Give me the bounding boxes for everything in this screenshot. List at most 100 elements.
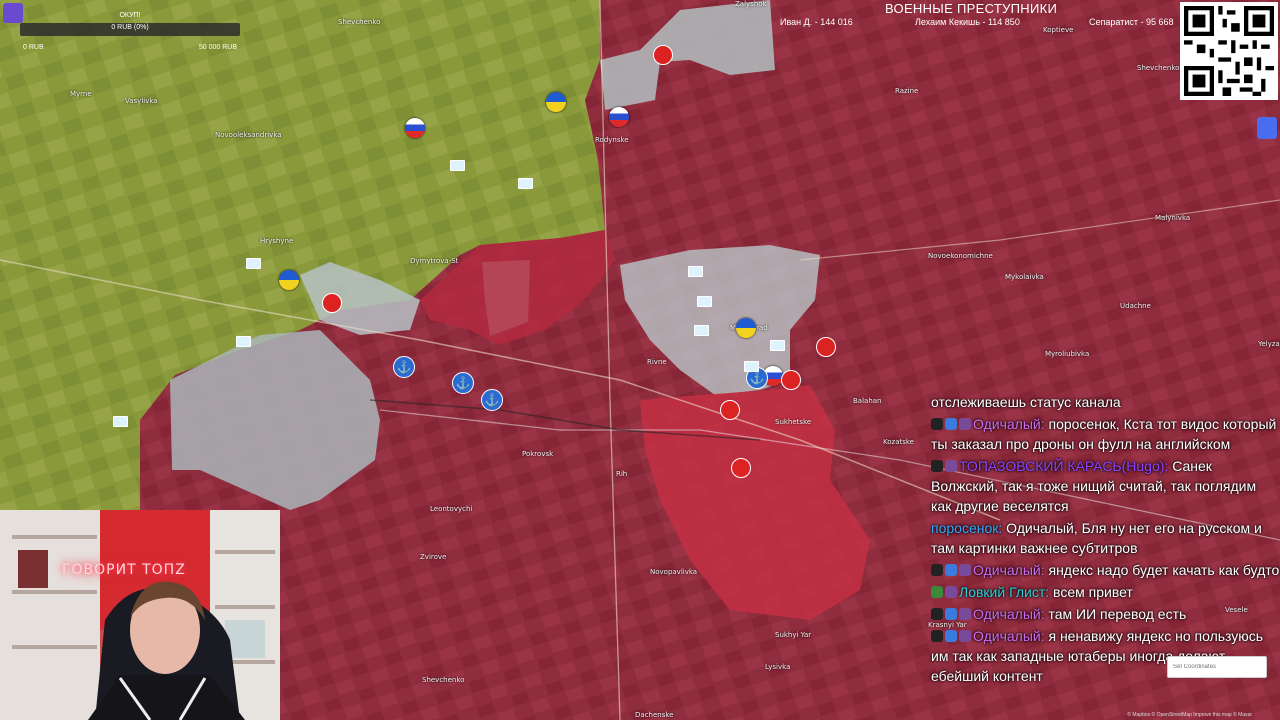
badge-icon (931, 460, 943, 472)
russia-flag-icon[interactable] (609, 107, 629, 127)
chat-text: яндекс надо будет качать как будто (1048, 562, 1280, 578)
badge-icon (931, 418, 943, 430)
map-label: Hryshyne (260, 237, 294, 245)
red-marker-icon[interactable] (781, 370, 801, 390)
map-label: Myroliubivka (1045, 350, 1090, 358)
anchor-marker-icon[interactable]: ⚓ (393, 356, 415, 378)
map-label: Pokrovsk (522, 450, 554, 458)
map-label: Yelyzavetivka (1258, 340, 1280, 348)
top-donor: Иван Д. - 144 016 (780, 17, 853, 27)
chat-message: Ловкий Глист: всем привет (931, 582, 1280, 602)
unit-sign-icon[interactable] (518, 178, 533, 189)
top-donor: Лехаим Кекишь - 114 850 (915, 17, 1020, 27)
avatar (959, 608, 971, 620)
ukraine-flag-icon[interactable] (736, 318, 756, 338)
map-label: Koptieve (1043, 26, 1074, 34)
map-attribution: © Mapbox © OpenStreetMap Improve this ma… (1127, 712, 1252, 718)
chat-message: отслеживаешь статус канала (931, 392, 1280, 412)
badge-icon (931, 608, 943, 620)
badge-icon (931, 564, 943, 576)
map-label: Vasylivka (125, 97, 158, 105)
map-label: Rodynske (595, 136, 629, 144)
red-marker-icon[interactable] (653, 45, 673, 65)
unit-sign-icon[interactable] (246, 258, 261, 269)
map-label: Sukhyi Yar (775, 631, 812, 639)
webcam-scene (0, 510, 280, 720)
map-label: Sukhetske (775, 418, 812, 426)
sidebar-toggle-button[interactable] (1257, 117, 1277, 139)
badge-icon (945, 630, 957, 642)
anchor-marker-icon[interactable]: ⚓ (481, 389, 503, 411)
map-label: Dachenske (635, 711, 674, 719)
map-label: Rivne (647, 358, 667, 366)
neon-sign: ГОВОРИТ TOПZ (62, 562, 186, 578)
chat-username: поросенок: (931, 520, 1003, 536)
avatar (945, 460, 957, 472)
map-label: Balahan (853, 397, 882, 405)
map-label: Malynivka (1155, 214, 1191, 222)
chat-username: Ловкий Глист: (959, 584, 1050, 600)
map-label: Dymytrova-St (410, 257, 459, 265)
avatar (959, 630, 971, 642)
chat-message: Одичалый: поросенок, Кста тот видос кото… (931, 414, 1280, 454)
unit-sign-icon[interactable] (236, 336, 251, 347)
map-label: Leontovychi (430, 505, 473, 513)
unit-sign-icon[interactable] (694, 325, 709, 336)
russia-flag-icon[interactable] (405, 118, 425, 138)
chat-username: Одичалый: (973, 606, 1045, 622)
red-marker-icon[interactable] (816, 337, 836, 357)
unit-sign-icon[interactable] (697, 296, 712, 307)
unit-sign-icon[interactable] (770, 340, 785, 351)
coordinates-input[interactable] (1167, 656, 1267, 678)
chat-username: Одичалый: (973, 628, 1045, 644)
donation-goal: ОКУП! 0 RUB (0%) 0 RUB 50 000 RUB (20, 12, 240, 51)
red-marker-icon[interactable] (322, 293, 342, 313)
badge-icon (945, 418, 957, 430)
map-label: Zalyshok (735, 0, 767, 8)
chat-message: ТОПАЗОВСКИЙ КАРАСЬ(Hugo): Санек Волжский… (931, 456, 1280, 516)
chat-message: поросенок: Одичалый, Бля ну нет его на р… (931, 518, 1280, 558)
map-label: Rih (616, 470, 628, 478)
map-label: Razine (895, 87, 919, 95)
donation-goal-title: ОКУП! (119, 12, 141, 19)
badge-icon (945, 608, 957, 620)
badge-icon (931, 586, 943, 598)
avatar (945, 586, 957, 598)
map-label: Shevchenko (422, 676, 465, 684)
unit-sign-icon[interactable] (688, 266, 703, 277)
map-label: Novoekonomichne (928, 252, 993, 260)
ukraine-flag-icon[interactable] (546, 92, 566, 112)
unit-sign-icon[interactable] (744, 361, 759, 372)
map-label: Novooleksandrivka (215, 131, 282, 139)
avatar (959, 418, 971, 430)
avatar (959, 564, 971, 576)
chat-text: отслеживаешь статус канала (931, 394, 1121, 410)
chat-text: там ИИ перевод есть (1048, 606, 1187, 622)
top-donor: Сепаратист - 95 668 (1089, 17, 1174, 27)
donation-progress-value: 0 RUB (0%) (111, 24, 149, 31)
red-marker-icon[interactable] (720, 400, 740, 420)
red-marker-icon[interactable] (731, 458, 751, 478)
badge-icon (945, 564, 957, 576)
unit-sign-icon[interactable] (450, 160, 465, 171)
chat-message: Одичалый: там ИИ перевод есть (931, 604, 1280, 624)
map-label: Shevchenko (338, 18, 381, 26)
webcam-overlay: ГОВОРИТ TOПZ (0, 510, 280, 720)
qr-code[interactable] (1180, 2, 1278, 100)
map-label: Zvirove (420, 553, 447, 561)
chat-message: Одичалый: яндекс надо будет качать как б… (931, 560, 1280, 580)
donation-max: 50 000 RUB (198, 44, 237, 51)
map-label: Kozatske (883, 438, 914, 446)
map-label: Mykolaivka (1005, 273, 1044, 281)
badge-icon (931, 630, 943, 642)
unit-sign-icon[interactable] (113, 416, 128, 427)
donation-min: 0 RUB (23, 44, 44, 51)
chat-username: Одичалый: (973, 562, 1045, 578)
map-label: Myrne (70, 90, 92, 98)
map-label: Novopavlivka (650, 568, 698, 576)
map-label: Lysivka (765, 663, 791, 671)
chat-username: ТОПАЗОВСКИЙ КАРАСЬ(Hugo): (959, 458, 1169, 474)
anchor-marker-icon[interactable]: ⚓ (452, 372, 474, 394)
ukraine-flag-icon[interactable] (279, 270, 299, 290)
chat-username: Одичалый: (973, 416, 1045, 432)
